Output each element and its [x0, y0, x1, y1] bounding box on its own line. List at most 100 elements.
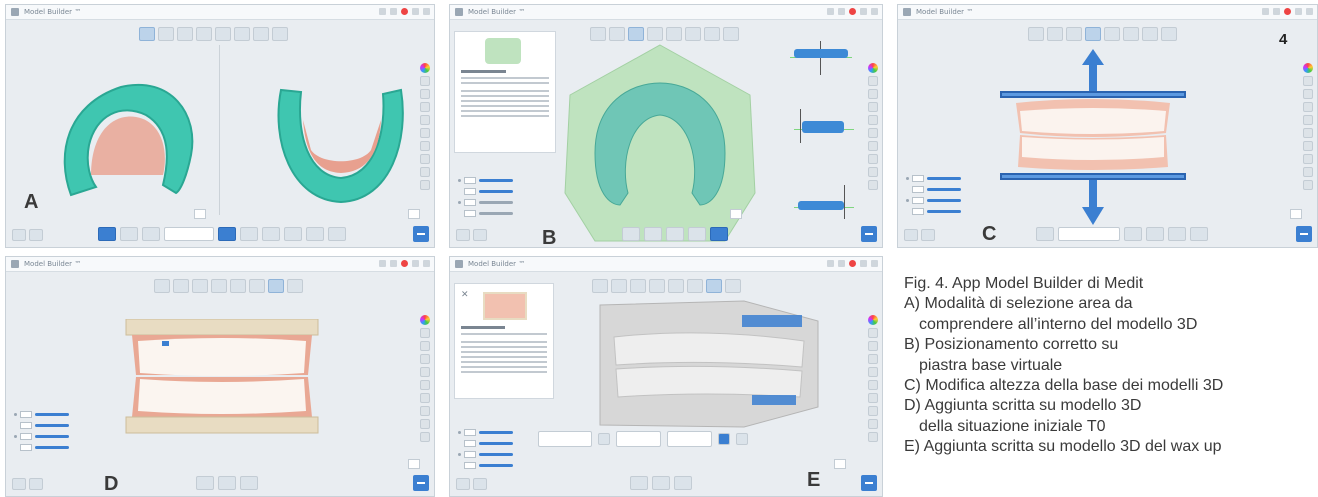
- redo-button[interactable]: [29, 478, 43, 490]
- fit-view-button[interactable]: [1290, 209, 1302, 219]
- base-arch-button[interactable]: [1168, 227, 1186, 241]
- tool-align-icon[interactable]: [158, 27, 174, 41]
- center-view-button[interactable]: [730, 209, 742, 219]
- camera-icon[interactable]: [868, 141, 878, 151]
- text-scale-button[interactable]: [240, 476, 258, 490]
- tool-select-icon[interactable]: [1028, 27, 1044, 41]
- color-palette-icon[interactable]: [1303, 63, 1313, 73]
- brush-tool-button[interactable]: [218, 227, 236, 241]
- tool-height-icon[interactable]: [649, 279, 665, 293]
- light-icon[interactable]: [868, 406, 878, 416]
- tool-label-icon[interactable]: [253, 27, 269, 41]
- tool-height-icon[interactable]: [1085, 27, 1101, 41]
- undo-icon[interactable]: [420, 419, 430, 429]
- align-manual-button[interactable]: [644, 227, 662, 241]
- tool-trim-icon[interactable]: [666, 27, 682, 41]
- color-palette-icon[interactable]: [420, 63, 430, 73]
- upper-arch-model[interactable]: [51, 75, 201, 205]
- undo-button[interactable]: [456, 478, 470, 490]
- maximize-icon[interactable]: [412, 260, 419, 267]
- minimize-icon[interactable]: [379, 8, 386, 15]
- camera-icon[interactable]: [1303, 141, 1313, 151]
- view-icon[interactable]: [420, 76, 430, 86]
- light-icon[interactable]: [420, 406, 430, 416]
- restore-icon[interactable]: [838, 8, 845, 15]
- undo-button[interactable]: [12, 229, 26, 241]
- tool-select-icon[interactable]: [590, 27, 606, 41]
- emboss-button[interactable]: [718, 433, 730, 445]
- tool-height-icon[interactable]: [211, 279, 227, 293]
- tool-base-icon[interactable]: [177, 27, 193, 41]
- base-grid-button[interactable]: [1190, 227, 1208, 241]
- delete-text-button[interactable]: [736, 433, 748, 445]
- tool-text-icon[interactable]: [685, 27, 701, 41]
- maximize-icon[interactable]: [860, 8, 867, 15]
- grid-icon[interactable]: [420, 354, 430, 364]
- next-step-button[interactable]: [413, 475, 429, 491]
- redo-button[interactable]: [473, 478, 487, 490]
- undo-button[interactable]: [904, 229, 918, 241]
- reset-icon[interactable]: [328, 227, 346, 241]
- tool-align-icon[interactable]: [609, 27, 625, 41]
- section-icon[interactable]: [420, 128, 430, 138]
- view-icon[interactable]: [1303, 76, 1313, 86]
- both-jaws-button[interactable]: [98, 227, 116, 241]
- next-step-button[interactable]: [413, 226, 429, 242]
- minimize-icon[interactable]: [827, 260, 834, 267]
- brush-size-slider[interactable]: [164, 227, 214, 241]
- settings-icon[interactable]: [1303, 180, 1313, 190]
- tool-label-icon[interactable]: [704, 27, 720, 41]
- tool-select-icon[interactable]: [139, 27, 155, 41]
- undo-icon[interactable]: [420, 167, 430, 177]
- tool-align-icon[interactable]: [173, 279, 189, 293]
- tool-label-icon[interactable]: [268, 279, 284, 293]
- fill-tool-button[interactable]: [262, 227, 280, 241]
- layers-icon[interactable]: [1303, 89, 1313, 99]
- wax-up-model[interactable]: [594, 297, 824, 433]
- measure-icon[interactable]: [420, 115, 430, 125]
- close-icon[interactable]: [423, 8, 430, 15]
- restore-icon[interactable]: [390, 260, 397, 267]
- tool-height-icon[interactable]: [196, 27, 212, 41]
- camera-icon[interactable]: [420, 393, 430, 403]
- base-flat-button[interactable]: [1146, 227, 1164, 241]
- text-tool-button[interactable]: [196, 476, 214, 490]
- redo-button[interactable]: [921, 229, 935, 241]
- height-adjust-view[interactable]: [998, 49, 1188, 229]
- rotate-button[interactable]: [666, 227, 684, 241]
- close-icon[interactable]: [871, 8, 878, 15]
- layers-icon[interactable]: [868, 341, 878, 351]
- tool-base-icon[interactable]: [1066, 27, 1082, 41]
- minimize-icon[interactable]: [1262, 8, 1269, 15]
- measure-icon[interactable]: [868, 367, 878, 377]
- move-button[interactable]: [688, 227, 706, 241]
- minimize-icon[interactable]: [827, 8, 834, 15]
- close-icon[interactable]: [1306, 8, 1313, 15]
- layers-icon[interactable]: [420, 341, 430, 351]
- upper-jaw-button[interactable]: [120, 227, 138, 241]
- redo-button[interactable]: [473, 229, 487, 241]
- label-text-input[interactable]: [538, 431, 592, 447]
- record-icon[interactable]: [401, 260, 408, 267]
- measure-icon[interactable]: [1303, 115, 1313, 125]
- maximize-icon[interactable]: [1295, 8, 1302, 15]
- maximize-icon[interactable]: [412, 8, 419, 15]
- layers-icon[interactable]: [420, 89, 430, 99]
- text-tool-button[interactable]: [630, 476, 648, 490]
- view-icon[interactable]: [868, 328, 878, 338]
- light-icon[interactable]: [1303, 154, 1313, 164]
- fit-view-button[interactable]: [834, 459, 846, 469]
- minimize-icon[interactable]: [379, 260, 386, 267]
- section-icon[interactable]: [868, 380, 878, 390]
- base-shape-button[interactable]: [1124, 227, 1142, 241]
- undo-icon[interactable]: [1303, 167, 1313, 177]
- undo-button[interactable]: [456, 229, 470, 241]
- apply-button[interactable]: [710, 227, 728, 241]
- tool-trim-icon[interactable]: [230, 279, 246, 293]
- light-icon[interactable]: [868, 154, 878, 164]
- record-icon[interactable]: [849, 8, 856, 15]
- tool-trim-icon[interactable]: [1104, 27, 1120, 41]
- measure-icon[interactable]: [420, 367, 430, 377]
- camera-icon[interactable]: [420, 141, 430, 151]
- camera-icon[interactable]: [868, 393, 878, 403]
